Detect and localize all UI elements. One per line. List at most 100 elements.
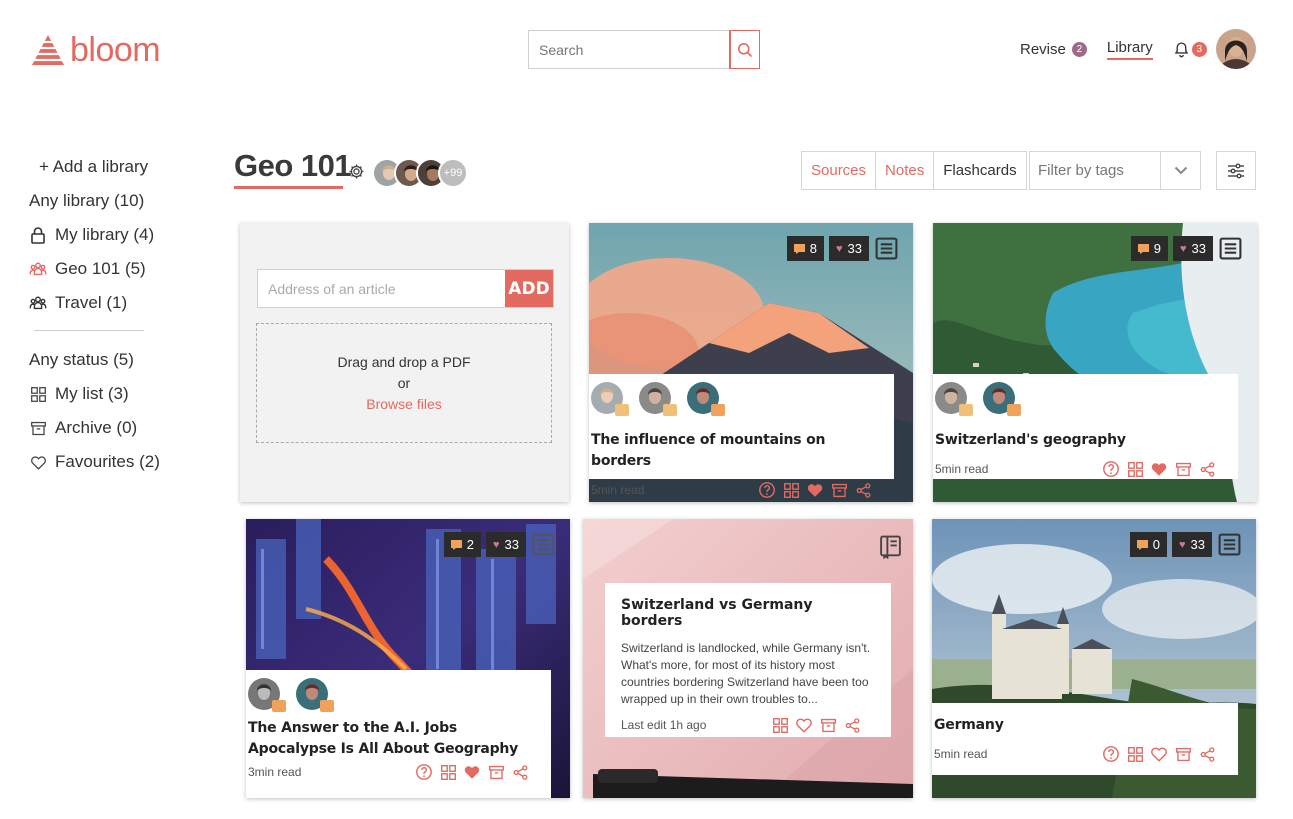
article-card[interactable]: 8 ♥ 33 The influence of mountains on bord…: [589, 223, 913, 502]
revise-label: Revise: [1020, 40, 1066, 58]
document-icon[interactable]: [1218, 236, 1243, 261]
heart-icon: ♥: [1180, 242, 1187, 255]
add-to-list-icon[interactable]: [439, 763, 457, 781]
add-article-button[interactable]: ADD: [505, 270, 553, 307]
like-count-value: 33: [504, 537, 519, 552]
more-options-icon[interactable]: [867, 716, 875, 734]
sidebar-item-any-status[interactable]: Any status (5): [29, 343, 199, 377]
share-icon[interactable]: [843, 716, 861, 734]
tag-filter-select[interactable]: Filter by tags: [1029, 151, 1201, 190]
help-icon[interactable]: [758, 481, 776, 499]
share-icon[interactable]: [1198, 745, 1216, 763]
tab-notes[interactable]: Notes: [876, 152, 935, 189]
article-card[interactable]: 9 ♥ 33 Switzerland's geography 5min read: [933, 223, 1257, 502]
archive-icon[interactable]: [819, 716, 837, 734]
help-icon[interactable]: [1102, 745, 1120, 763]
sidebar-item-label: Travel (1): [55, 293, 128, 312]
document-icon[interactable]: [1217, 532, 1242, 557]
sidebar-item-favourites[interactable]: Favourites (2): [29, 445, 199, 479]
library-link[interactable]: Library: [1106, 39, 1153, 60]
tab-sources[interactable]: Sources: [802, 152, 877, 189]
card-info: Germany 5min read: [932, 703, 1238, 775]
share-icon[interactable]: [1198, 460, 1216, 478]
sidebar-item-geo-101[interactable]: Geo 101 (5): [29, 252, 199, 286]
sidebar-item-label: Any status (5): [29, 350, 134, 369]
gear-icon[interactable]: [348, 163, 365, 185]
more-options-icon[interactable]: [1222, 745, 1230, 763]
revise-link[interactable]: Revise 2: [1020, 41, 1087, 58]
help-icon[interactable]: [415, 763, 433, 781]
card-info: The influence of mountains on borders 5m…: [589, 374, 894, 479]
like-count: ♥ 33: [829, 236, 869, 261]
bloom-logo[interactable]: bloom: [30, 30, 185, 70]
note-title[interactable]: Switzerland vs Germany borders: [621, 597, 875, 629]
favourite-icon[interactable]: [806, 481, 824, 499]
card-title[interactable]: The influence of mountains on borders: [591, 430, 886, 472]
page-title: Geo 101: [234, 148, 352, 183]
notebook-icon[interactable]: [878, 534, 903, 559]
note-card[interactable]: Switzerland vs Germany borders Switzerla…: [583, 519, 913, 798]
add-source-card: Address of an article ADD Drag and drop …: [240, 223, 569, 502]
user-avatar[interactable]: [1216, 29, 1256, 69]
article-card[interactable]: 0 ♥ 33 Germany 5min read: [932, 519, 1256, 798]
favourite-icon[interactable]: [795, 716, 813, 734]
like-count: ♥ 33: [486, 532, 526, 557]
archive-icon[interactable]: [1174, 745, 1192, 763]
help-icon[interactable]: [1102, 460, 1120, 478]
add-to-list-icon[interactable]: [1126, 745, 1144, 763]
members-avatars[interactable]: +99: [372, 158, 468, 188]
more-options-icon[interactable]: [535, 763, 543, 781]
card-stats: 2 ♥ 33: [443, 532, 556, 557]
card-authors: [935, 382, 1230, 418]
share-icon[interactable]: [854, 481, 872, 499]
pdf-drop-zone[interactable]: Drag and drop a PDF or Browse files: [256, 323, 552, 443]
note-meta: Last edit 1h ago: [621, 716, 875, 734]
search-button[interactable]: [729, 30, 760, 69]
card-title[interactable]: The Answer to the A.I. Jobs Apocalypse I…: [248, 718, 543, 760]
comment-count: 8: [786, 236, 824, 261]
add-to-list-icon[interactable]: [782, 481, 800, 499]
read-time: 5min read: [934, 747, 988, 761]
favourite-icon[interactable]: [1150, 745, 1168, 763]
document-icon[interactable]: [874, 236, 899, 261]
add-library-button[interactable]: + Add a library: [29, 150, 199, 184]
card-title[interactable]: Switzerland's geography: [935, 430, 1230, 451]
chevron-down-icon: [1160, 152, 1200, 189]
avatar: [591, 382, 629, 416]
sliders-icon: [1228, 163, 1244, 178]
more-options-icon[interactable]: [1222, 460, 1230, 478]
notifications-button[interactable]: 3: [1173, 41, 1207, 58]
document-icon[interactable]: [531, 532, 556, 557]
sidebar-item-travel[interactable]: Travel (1): [29, 286, 199, 320]
favourite-icon[interactable]: [463, 763, 481, 781]
bell-icon: [1174, 41, 1188, 57]
more-options-icon[interactable]: [878, 481, 886, 499]
avatar: [248, 678, 286, 712]
read-time: 3min read: [248, 765, 302, 779]
search-input[interactable]: [529, 31, 730, 68]
browse-files-link[interactable]: Browse files: [366, 395, 441, 413]
favourite-icon[interactable]: [1150, 460, 1168, 478]
sidebar-item-label: My list (3): [55, 384, 129, 403]
sidebar-item-my-library[interactable]: My library (4): [29, 218, 199, 252]
add-to-list-icon[interactable]: [1126, 460, 1144, 478]
grid-icon: [29, 385, 47, 403]
comment-count: 2: [443, 532, 481, 557]
archive-icon[interactable]: [487, 763, 505, 781]
sidebar-item-my-list[interactable]: My list (3): [29, 377, 199, 411]
comment-count-value: 2: [466, 537, 474, 552]
sidebar-item-archive[interactable]: Archive (0): [29, 411, 199, 445]
sidebar-item-any-library[interactable]: Any library (10): [29, 184, 199, 218]
add-library-label: + Add a library: [39, 157, 149, 176]
filter-settings-button[interactable]: [1216, 151, 1256, 190]
share-icon[interactable]: [511, 763, 529, 781]
article-address-input[interactable]: Address of an article ADD: [257, 269, 554, 308]
comment-count-value: 8: [809, 241, 817, 256]
comment-count: 9: [1130, 236, 1168, 261]
article-card[interactable]: 2 ♥ 33 The Answer to the A.I. Jobs Apocal…: [246, 519, 570, 798]
tab-flashcards[interactable]: Flashcards: [934, 152, 1025, 189]
archive-icon[interactable]: [830, 481, 848, 499]
card-title[interactable]: Germany: [934, 715, 1230, 736]
archive-icon[interactable]: [1174, 460, 1192, 478]
add-to-list-icon[interactable]: [771, 716, 789, 734]
